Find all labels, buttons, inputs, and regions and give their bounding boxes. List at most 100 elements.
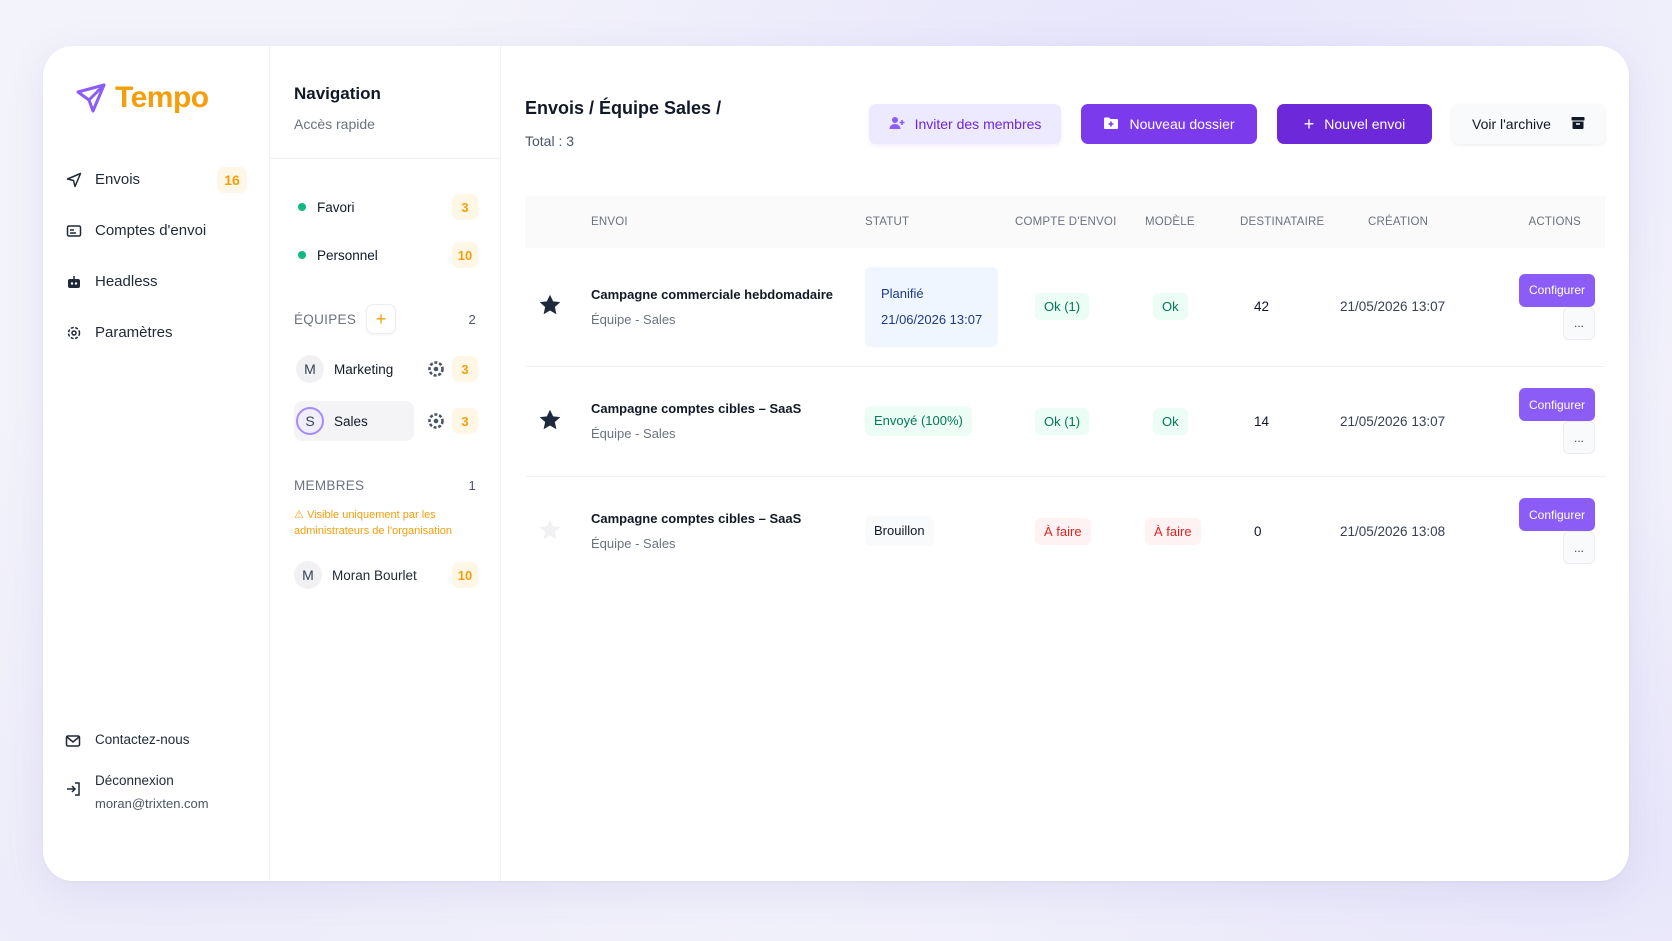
archive-icon — [1571, 116, 1585, 133]
table-row[interactable]: Campagne comptes cibles – SaaS Équipe - … — [525, 366, 1605, 476]
configure-button[interactable]: Configurer — [1519, 388, 1595, 421]
sidebar-item-label: Comptes d'envoi — [95, 222, 207, 239]
status-date: 21/06/2026 13:07 — [881, 311, 983, 327]
quick-item-personnel[interactable]: Personnel 10 — [294, 231, 478, 279]
sidebar-item-headless[interactable]: Headless — [43, 256, 269, 307]
team-item-sales[interactable]: S Sales 3 — [294, 401, 478, 441]
title-block: Envois / Équipe Sales / Total : 3 — [525, 98, 721, 149]
account-badge: Ok (1) — [1035, 407, 1090, 435]
logo[interactable]: Tempo — [43, 76, 269, 120]
sidebar-item-label: Paramètres — [95, 324, 173, 341]
configure-button[interactable]: Configurer — [1519, 498, 1595, 532]
send-team: Équipe - Sales — [591, 426, 676, 441]
team-pill[interactable]: M Marketing — [294, 349, 426, 389]
sidebar: Tempo Envois 16 Comptes d'envoi Headless… — [43, 46, 270, 881]
star-filled-icon[interactable] — [537, 292, 563, 318]
navigation-subtitle: Accès rapide — [294, 116, 375, 132]
account-badge: À faire — [1035, 517, 1091, 545]
count-badge: 3 — [452, 194, 478, 220]
more-options-button[interactable]: ... — [1563, 306, 1595, 340]
main-content: Envois / Équipe Sales / Total : 3 Invite… — [501, 46, 1629, 881]
status-label: Planifié — [881, 285, 924, 301]
teams-count: 2 — [468, 311, 476, 327]
warning-icon: ⚠ — [294, 509, 304, 521]
column-header[interactable]: COMPTE D'ENVOI — [1015, 196, 1145, 248]
teams-label: ÉQUIPES — [294, 311, 357, 327]
status-badge: Planifié 21/06/2026 13:07 — [865, 266, 999, 347]
status-badge: Brouillon — [865, 516, 934, 547]
folder-plus-icon — [1103, 116, 1119, 133]
more-options-button[interactable]: ... — [1563, 421, 1595, 454]
member-label: Moran Bourlet — [332, 567, 417, 583]
navigation-list: Favori 3 Personnel 10 ÉQUIPES + 2 M Mark… — [270, 159, 500, 595]
count-badge: 10 — [452, 562, 478, 588]
more-options-button[interactable]: ... — [1563, 531, 1595, 565]
gear-icon[interactable] — [426, 411, 446, 431]
account-badge: Ok (1) — [1035, 293, 1090, 321]
sends-table: ENVOI STATUT COMPTE D'ENVOI MODÈLE DESTI… — [525, 196, 1605, 586]
send-title[interactable]: Campagne comptes cibles – SaaS — [591, 401, 865, 416]
table-row[interactable]: Campagne comptes cibles – SaaS Équipe - … — [525, 476, 1605, 586]
member-item[interactable]: M Moran Bourlet 10 — [294, 555, 478, 595]
topbar: Envois / Équipe Sales / Total : 3 Invite… — [525, 46, 1605, 196]
creation-date: 21/05/2026 13:07 — [1340, 299, 1446, 315]
sidebar-item-envois[interactable]: Envois 16 — [43, 154, 269, 205]
members-count: 1 — [468, 477, 476, 493]
logout-link[interactable]: Déconnexion moran@trixten.com — [65, 773, 255, 811]
send-title[interactable]: Campagne comptes cibles – SaaS — [591, 511, 865, 526]
column-header[interactable]: MODÈLE — [1145, 196, 1240, 248]
new-folder-label: Nouveau dossier — [1129, 116, 1235, 132]
star-filled-icon[interactable] — [537, 407, 563, 433]
count-badge: 3 — [452, 356, 478, 382]
sidebar-item-label: Envois — [95, 171, 141, 188]
new-send-button[interactable]: + Nouvel envoi — [1277, 104, 1432, 144]
configure-button[interactable]: Configurer — [1519, 273, 1595, 307]
navigation-panel-header: Navigation Accès rapide — [270, 46, 500, 159]
add-team-button[interactable]: + — [366, 304, 397, 334]
send-team: Équipe - Sales — [591, 311, 676, 327]
status-dot — [298, 203, 306, 211]
column-header[interactable]: ENVOI — [591, 196, 865, 248]
column-header-star — [525, 196, 591, 248]
invite-members-button[interactable]: Inviter des membres — [869, 104, 1061, 144]
contact-label: Contactez-nous — [95, 732, 190, 747]
robot-icon — [65, 273, 83, 291]
send-title[interactable]: Campagne commerciale hebdomadaire — [591, 287, 865, 302]
sidebar-bottom: Contactez-nous Déconnexion moran@trixten… — [65, 732, 255, 833]
contact-link[interactable]: Contactez-nous — [65, 732, 255, 751]
new-folder-button[interactable]: Nouveau dossier — [1081, 104, 1257, 144]
column-header[interactable]: DESTINATAIRE — [1240, 196, 1340, 248]
avatar: M — [294, 561, 322, 589]
paper-plane-logo-icon — [76, 83, 106, 113]
team-item-marketing[interactable]: M Marketing 3 — [294, 349, 478, 389]
gear-icon[interactable] — [426, 359, 446, 379]
table-header-row: ENVOI STATUT COMPTE D'ENVOI MODÈLE DESTI… — [525, 196, 1605, 248]
team-label: Sales — [334, 413, 368, 429]
creation-date: 21/05/2026 13:07 — [1340, 413, 1446, 429]
sidebar-item-parametres[interactable]: Paramètres — [43, 307, 269, 358]
quick-item-favori[interactable]: Favori 3 — [294, 183, 478, 231]
members-section-header: MEMBRES 1 — [294, 467, 478, 503]
recipients-count: 42 — [1254, 299, 1270, 315]
column-header[interactable]: STATUT — [865, 196, 1015, 248]
quick-item-label: Personnel — [317, 247, 378, 263]
count-badge: 3 — [452, 408, 478, 434]
sidebar-item-comptes[interactable]: Comptes d'envoi — [43, 205, 269, 256]
app-window: Tempo Envois 16 Comptes d'envoi Headless… — [43, 46, 1629, 881]
star-outline-icon[interactable] — [537, 517, 563, 543]
user-plus-icon — [889, 116, 905, 133]
status-badge: Envoyé (100%) — [865, 406, 972, 436]
view-archive-button[interactable]: Voir l'archive — [1452, 104, 1605, 144]
column-header[interactable]: CRÉATION — [1340, 196, 1485, 248]
table-row[interactable]: Campagne commerciale hebdomadaire Équipe… — [525, 248, 1605, 366]
column-header[interactable]: ACTIONS — [1485, 196, 1605, 248]
new-send-label: Nouvel envoi — [1324, 116, 1406, 132]
action-buttons: Inviter des membres Nouveau dossier + No… — [869, 104, 1605, 144]
accounts-icon — [65, 222, 83, 240]
sidebar-item-label: Headless — [95, 273, 158, 290]
model-badge: Ok — [1153, 293, 1188, 321]
members-warning-text: Visible uniquement par les administrateu… — [294, 509, 453, 537]
user-email: moran@trixten.com — [95, 796, 209, 811]
avatar: M — [296, 355, 324, 383]
team-pill-active[interactable]: S Sales — [294, 401, 414, 441]
